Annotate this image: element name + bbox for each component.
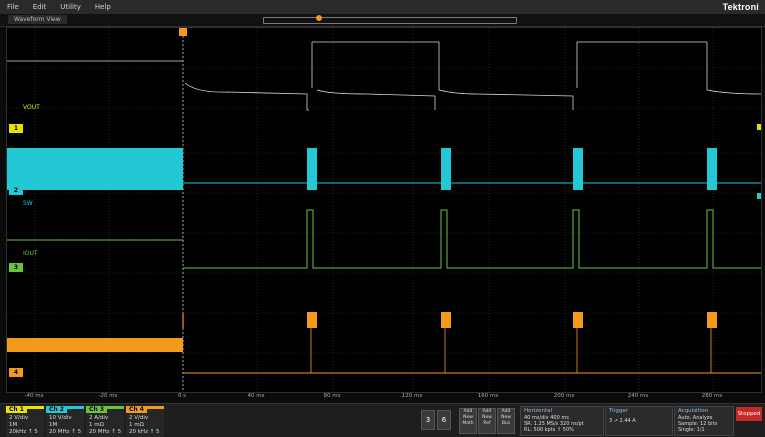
ch2-trace xyxy=(7,148,761,190)
ch1-badge-title: Ch 1 xyxy=(6,406,27,413)
ch1-label: VOUT xyxy=(23,104,40,111)
time-axis: -40 ms -20 ms 0 s 40 ms 80 ms 120 ms 160… xyxy=(6,392,760,402)
acquisition-line3: Single: 1/1 xyxy=(678,427,705,433)
run-stop-button[interactable]: Stopped xyxy=(736,407,762,421)
ch3-badge-bw: 20 MHz ↑ 5 xyxy=(89,429,122,435)
ch1-badge-bw: 20kHz ↑ 5 xyxy=(9,429,38,435)
ch2-badge-impedance: 1M xyxy=(49,422,58,428)
time-tick: 160 ms xyxy=(477,393,499,399)
waveform-svg xyxy=(7,28,761,392)
ch4-badge-impedance: 1 mΩ xyxy=(129,422,144,428)
ch1-badge-scale: 2 V/div xyxy=(9,415,29,421)
add-new-bus-button[interactable]: Add New Bus xyxy=(497,408,515,434)
ch2-badge-scale: 10 V/div xyxy=(49,415,72,421)
waveform-view-header: Waveform View xyxy=(0,14,765,27)
ch3-marker[interactable]: 3 xyxy=(9,263,23,272)
ch1-badge-impedance: 1M xyxy=(9,422,18,428)
acquisition-badge[interactable]: Acquisition Auto, Analyze Sample: 12 bit… xyxy=(674,406,734,436)
ch2-badge[interactable]: Ch 2 10 V/div 1M 20 MHz ↑ 5 xyxy=(46,406,84,437)
trigger-badge[interactable]: Trigger 3 ↗ 2.44 A xyxy=(605,406,673,436)
ch1-badge[interactable]: Ch 1 2 V/div 1M 20kHz ↑ 5 xyxy=(6,406,44,437)
trigger-level-marker[interactable] xyxy=(179,28,187,36)
ch1-marker[interactable]: 1 xyxy=(9,124,23,133)
ch1-level-arrow[interactable] xyxy=(757,124,761,130)
channel-3-button[interactable]: 3 xyxy=(421,410,435,430)
ch3-badge[interactable]: Ch 3 2 A/div 1 mΩ 20 MHz ↑ 5 xyxy=(86,406,124,437)
ch2-badge-bw: 20 MHz ↑ 5 xyxy=(49,429,82,435)
add-ref-line3: Ref xyxy=(483,421,491,426)
time-tick: -40 ms xyxy=(24,393,44,399)
add-bus-line3: Bus xyxy=(501,421,511,426)
oscilloscope-app: File Edit Utility Help Tektroni Waveform… xyxy=(0,0,765,437)
time-tick: -20 ms xyxy=(98,393,118,399)
horizontal-line3: RL: 500 kpts ↑ 50% xyxy=(524,427,574,433)
time-tick: 200 ms xyxy=(553,393,575,399)
graticule xyxy=(7,28,761,392)
trigger-line1: 3 ↗ 2.44 A xyxy=(609,418,636,424)
menu-utility[interactable]: Utility xyxy=(53,3,88,11)
time-tick: 240 ms xyxy=(627,393,649,399)
ch4-badge-title: Ch 4 xyxy=(126,406,147,413)
add-math-line3: Math xyxy=(462,421,474,426)
add-new-math-button[interactable]: Add New Math xyxy=(459,408,477,434)
waveform-view-title: Waveform View xyxy=(8,15,67,24)
ch2-marker[interactable]: 2 xyxy=(9,186,23,195)
ch4-badge-scale: 2 V/div xyxy=(129,415,149,421)
ch2-level-arrow[interactable] xyxy=(757,193,761,199)
horizontal-title: Horizontal xyxy=(524,408,553,414)
record-view-bar[interactable] xyxy=(263,17,517,24)
time-tick: 80 ms xyxy=(323,393,341,399)
menu-file[interactable]: File xyxy=(0,3,26,11)
trigger-title: Trigger xyxy=(609,408,628,414)
badge-bar: Ch 1 2 V/div 1M 20kHz ↑ 5 Ch 2 10 V/div … xyxy=(0,403,765,437)
time-tick: 0 s xyxy=(177,393,187,399)
acquisition-title: Acquisition xyxy=(678,408,709,414)
add-new-ref-button[interactable]: Add New Ref xyxy=(478,408,496,434)
ch4-marker[interactable]: 4 xyxy=(9,368,23,377)
horizontal-badge[interactable]: Horizontal 40 ms/div 400 ms SR: 1.25 MS/… xyxy=(520,406,604,436)
ch2-badge-title: Ch 2 xyxy=(46,406,67,413)
time-tick: 280 ms xyxy=(701,393,723,399)
ch3-trace xyxy=(7,209,761,269)
time-tick: 40 ms xyxy=(247,393,265,399)
ch4-badge-bw: 20 kHz ↑ 5 xyxy=(129,429,160,435)
menu-bar: File Edit Utility Help Tektroni xyxy=(0,0,765,14)
trigger-position-marker[interactable] xyxy=(316,15,322,21)
ch1-trace xyxy=(7,41,761,111)
menu-help[interactable]: Help xyxy=(88,3,118,11)
ch3-label: IOUT xyxy=(23,250,38,257)
channel-6-button[interactable]: 6 xyxy=(437,410,451,430)
ch2-label: SW xyxy=(23,200,33,207)
ch3-badge-impedance: 1 mΩ xyxy=(89,422,104,428)
ch3-badge-scale: 2 A/div xyxy=(89,415,109,421)
ch4-badge[interactable]: Ch 4 2 V/div 1 mΩ 20 kHz ↑ 5 xyxy=(126,406,164,437)
ch3-badge-title: Ch 3 xyxy=(86,406,107,413)
menu-edit[interactable]: Edit xyxy=(26,3,54,11)
ch4-trace xyxy=(7,312,761,374)
waveform-plot[interactable]: VOUT SW IOUT 1 2 3 4 xyxy=(6,27,762,393)
brand-logo: Tektroni xyxy=(722,2,759,12)
time-tick: 120 ms xyxy=(401,393,423,399)
